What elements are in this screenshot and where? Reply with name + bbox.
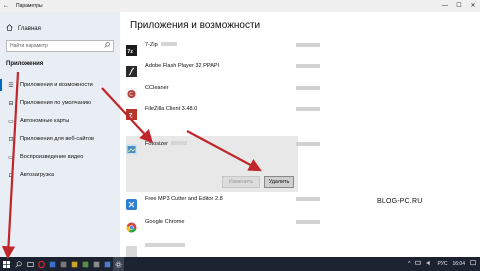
search-icon[interactable] [104,42,110,50]
app-row-flash[interactable]: Adobe Flash Player 32 PPAPI [126,63,320,77]
app-name: Free MP3 Cutter and Editor 2.8 [145,196,223,202]
app-icon[interactable] [102,257,113,271]
sidebar-item-startup[interactable]: ⊏ Автозагрузка [0,166,120,184]
app-name: CCleaner [145,85,169,91]
window-controls: — ☐ ✕ [438,0,480,12]
app-icon[interactable] [58,257,69,271]
sidebar-item-label: Приложения и возможности [20,82,93,88]
app-row-hidden[interactable] [126,243,316,257]
sidebar-item-default-apps[interactable]: ⊟ Приложения по умолчанию [0,94,120,112]
network-icon[interactable] [415,260,422,268]
sidebar-item-apps-features[interactable]: ☰ Приложения и возможности [0,76,120,94]
app-size [296,43,320,47]
notifications-icon[interactable] [470,260,476,268]
app-name: 7-Zip [145,42,158,48]
task-view-icon[interactable] [25,257,36,271]
sidebar-item-offline-maps[interactable]: ▭ Автономные карты [0,112,120,130]
sidebar-item-video-playback[interactable]: ▭ Воспроизведение видео [0,148,120,166]
sidebar-home[interactable]: Главная [6,24,41,33]
watermark: BLOG-PC.RU [377,198,423,205]
sidebar-home-label: Главная [18,25,41,32]
close-button[interactable]: ✕ [466,0,480,12]
app-row-mp3cutter[interactable]: Free MP3 Cutter and Editor 2.8 [126,196,320,210]
svg-text:Z: Z [129,112,133,119]
app-size [296,142,320,146]
svg-text:7z: 7z [127,49,133,55]
uninstall-button[interactable]: Удалить [264,176,294,188]
window-title: Параметры [16,3,43,9]
version-blur [171,141,188,145]
search-input[interactable]: Найти параметр [6,40,114,52]
app-icon[interactable] [69,257,80,271]
app-icon[interactable] [47,257,58,271]
title-bar: ← Параметры — ☐ ✕ [0,0,480,12]
version-blur [160,42,177,46]
sidebar-item-label: Приложения для веб-сайтов [20,136,95,142]
sidebar-section-title: Приложения [6,61,44,67]
mp3cutter-icon [126,197,137,210]
settings-taskbar-icon[interactable] [113,257,124,271]
map-icon: ▭ [8,118,14,125]
web-icon: ⊡ [8,136,14,143]
app-name: Google Chrome [145,219,185,225]
app-size [296,220,320,224]
page-title: Приложения и возможности [130,20,261,31]
sidebar-item-apps-websites[interactable]: ⊡ Приложения для веб-сайтов [0,130,120,148]
sidebar-item-label: Автозагрузка [20,172,54,178]
app-icon [126,244,137,257]
search-taskbar-icon[interactable] [12,257,25,271]
app-name: Adobe Flash Player 32 PPAPI [145,63,220,69]
flash-icon [126,64,137,77]
app-icon[interactable] [91,257,102,271]
sidebar-item-label: Воспроизведение видео [20,154,84,160]
maximize-button[interactable]: ☐ [452,0,466,12]
chrome-icon [126,220,137,233]
language-indicator[interactable]: РУС [437,261,447,267]
modify-button[interactable]: Изменить [222,176,260,188]
video-icon: ▭ [8,154,14,161]
opera-icon[interactable] [36,257,47,271]
default-apps-icon: ⊟ [8,100,14,107]
filezilla-icon: Z [126,107,137,120]
app-row-ccleaner[interactable]: C CCleaner [126,85,320,99]
startup-icon: ⊏ [8,172,14,179]
sidebar-item-label: Приложения по умолчанию [20,100,92,106]
svg-text:C: C [129,92,133,98]
main-content: Приложения и возможности 7z 7-Zip Adobe … [120,12,480,257]
system-tray: ^ РУС 16:04 [408,257,476,271]
app-name: Fotosizer [145,141,169,147]
sidebar-item-label: Автономные карты [20,118,70,124]
app-size [296,64,320,68]
sidebar: Главная Найти параметр Приложения ☰ Прил… [0,12,120,257]
tray-up-arrow-icon[interactable]: ^ [408,261,410,267]
app-size [296,107,320,111]
search-placeholder: Найти параметр [10,43,48,49]
app-row-chrome[interactable]: Google Chrome [126,219,320,233]
back-icon[interactable]: ← [0,3,12,9]
list-icon: ☰ [8,82,14,89]
app-size [296,86,320,90]
home-icon [6,24,13,33]
app-name: FileZilla Client 3.48.0 [145,106,198,112]
windows-logo-icon [2,260,10,268]
volume-icon[interactable] [426,260,432,268]
sidebar-nav: ☰ Приложения и возможности ⊟ Приложения … [0,76,120,184]
7zip-icon: 7z [126,43,137,56]
ccleaner-icon: C [126,86,137,99]
minimize-button[interactable]: — [438,0,452,12]
settings-window: ← Параметры — ☐ ✕ Главная Найти параметр… [0,0,480,257]
name-blur [145,243,185,247]
taskbar: ^ РУС 16:04 [0,257,480,271]
app-row-7zip[interactable]: 7z 7-Zip [126,42,320,56]
app-size [296,197,320,201]
start-button[interactable] [0,257,12,271]
app-icon[interactable] [80,257,91,271]
app-row-filezilla[interactable]: Z FileZilla Client 3.48.0 [126,106,320,120]
clock[interactable]: 16:04 [452,261,465,267]
app-row-fotosizer[interactable]: Fotosizer [126,141,320,155]
fotosizer-icon [126,142,137,155]
